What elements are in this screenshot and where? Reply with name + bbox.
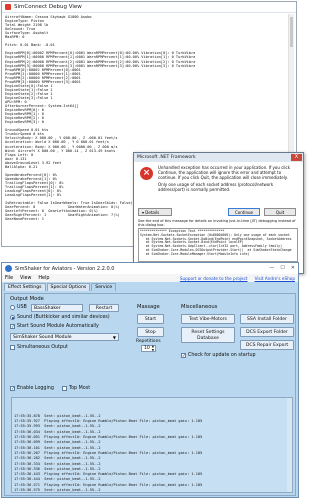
restart-button[interactable]: Restart: [89, 304, 119, 312]
support-link[interactable]: Support or donate to the project: [180, 276, 248, 281]
ssa-install-folder-button[interactable]: SSA Install Folder: [240, 314, 294, 324]
start-sound-module-label: Start Sound Module Automatically: [17, 324, 99, 329]
tab-special-options[interactable]: Special Options: [46, 283, 91, 291]
scroll-thumb[interactable]: [290, 17, 293, 47]
error-message: Unhandled exception has occurred in your…: [158, 165, 294, 193]
simshaker-title: SimShaker for Aviators - Version 2.2.0.0: [15, 265, 115, 272]
repetitions-label: Repetitions: [136, 339, 161, 344]
spinner-arrows-icon[interactable]: ▲ ▼: [152, 344, 154, 352]
top-most-checkbox[interactable]: [62, 386, 67, 391]
dcs-repair-export-button[interactable]: DCS Repair Export: [240, 340, 294, 350]
tab-bar: Effect Settings Special Options Service: [2, 283, 298, 291]
details-button[interactable]: ▾ Details: [138, 208, 172, 216]
massage-start-button[interactable]: Start: [137, 314, 164, 324]
maximize-icon[interactable]: ☐: [280, 265, 284, 271]
continue-button[interactable]: Continue: [228, 208, 260, 216]
error-message-detail: Only one usage of each socket address (p…: [158, 182, 274, 193]
simshaker-logo-icon: [5, 265, 12, 272]
menu-bar: File View Help Support or donate to the …: [2, 274, 298, 282]
usb-device-field[interactable]: BassShaker: [31, 304, 83, 312]
exception-text-box[interactable]: ************** Exception Text **********…: [138, 228, 298, 262]
check-updates-checkbox[interactable]: [181, 353, 186, 359]
exception-details-header: See the end of this message for details …: [138, 219, 296, 227]
quit-button[interactable]: Quit: [264, 208, 296, 216]
test-vibe-motors-button[interactable]: Test Vibe-Motors: [181, 314, 235, 324]
eshop-link[interactable]: Visit Andre's eShop: [255, 276, 295, 281]
window-controls: — ☐ ✕: [269, 265, 295, 271]
debug-line: EngineRPM[1]:00000 RPMPercent[1]:0001 Wa…: [5, 55, 195, 60]
enable-logging-checkbox[interactable]: [10, 386, 15, 392]
error-message-main: Unhandled exception has occurred in your…: [158, 165, 291, 180]
sound-module-value: SimShaker Sound Module: [13, 335, 72, 340]
sound-radio[interactable]: [10, 315, 15, 320]
simshaker-window: SimShaker for Aviators - Version 2.2.0.0…: [1, 262, 299, 498]
service-panel: Output Mode USB BassShaker Restart Sound…: [4, 293, 296, 496]
error-icon: ×: [140, 167, 153, 180]
menu-file[interactable]: File: [5, 276, 13, 281]
simultaneous-output-checkbox[interactable]: [10, 345, 15, 350]
debug-window-titlebar[interactable]: SimConnect Debug View: [2, 2, 296, 13]
repetitions-value: 10: [144, 346, 150, 351]
menu-view[interactable]: View: [20, 276, 31, 281]
check-updates-label: Check for update on startup: [188, 353, 256, 358]
chevron-down-icon: ▼: [112, 335, 116, 340]
simultaneous-output-label: Simultaneous Output: [17, 345, 68, 350]
log-entry: 17:55:36.575 Sent: piston_beat--1.55--2: [14, 488, 101, 493]
sound-label: Sound (Buttkicker and similar devices): [17, 315, 110, 320]
close-icon[interactable]: X: [291, 154, 302, 161]
enable-logging-label: Enable Logging: [17, 386, 54, 391]
log-scrollbar[interactable]: [287, 398, 292, 492]
error-dialog-title: Microsoft .NET Framework: [137, 155, 196, 160]
app-icon: [5, 4, 11, 10]
tab-effect-settings[interactable]: Effect Settings: [4, 283, 46, 291]
repetitions-stepper[interactable]: 10 ▲ ▼: [141, 344, 156, 352]
debug-line: EngineRPM[2]:00000 RPMPercent[2]:0001 Wa…: [5, 59, 195, 64]
minimize-icon[interactable]: —: [269, 265, 274, 271]
debug-window-title: SimConnect Debug View: [14, 4, 82, 10]
tab-service[interactable]: Service: [91, 283, 117, 291]
menu-help[interactable]: Help: [38, 276, 49, 281]
misc-heading: Miscellaneous: [181, 304, 218, 310]
start-sound-module-checkbox[interactable]: [10, 324, 15, 330]
error-dialog: Microsoft .NET Framework X × Unhandled e…: [133, 152, 304, 274]
exception-line: at SimShaker.Core.ModuleManager.Start(Mo…: [140, 251, 250, 256]
close-icon[interactable]: ✕: [291, 265, 295, 271]
massage-stop-button[interactable]: Stop: [137, 327, 164, 337]
simshaker-titlebar[interactable]: SimShaker for Aviators - Version 2.2.0.0…: [2, 263, 298, 274]
details-label: Details: [145, 210, 160, 215]
usb-radio[interactable]: [10, 305, 15, 310]
usb-label: USB: [17, 305, 27, 310]
error-dialog-titlebar: Microsoft .NET Framework X: [134, 153, 303, 162]
output-mode-heading: Output Mode: [10, 296, 44, 302]
dcs-export-folder-button[interactable]: DCS Export Folder: [240, 327, 294, 337]
sound-module-select[interactable]: SimShaker Sound Module ▼: [10, 333, 119, 341]
massage-heading: Massage: [137, 304, 160, 310]
reset-settings-database-button[interactable]: Reset Settings Database: [181, 327, 235, 343]
top-most-label: Top Most: [69, 386, 91, 391]
log-output[interactable]: 17:55:35.878 Sent: piston_beat--1.55--2 1…: [11, 397, 293, 493]
